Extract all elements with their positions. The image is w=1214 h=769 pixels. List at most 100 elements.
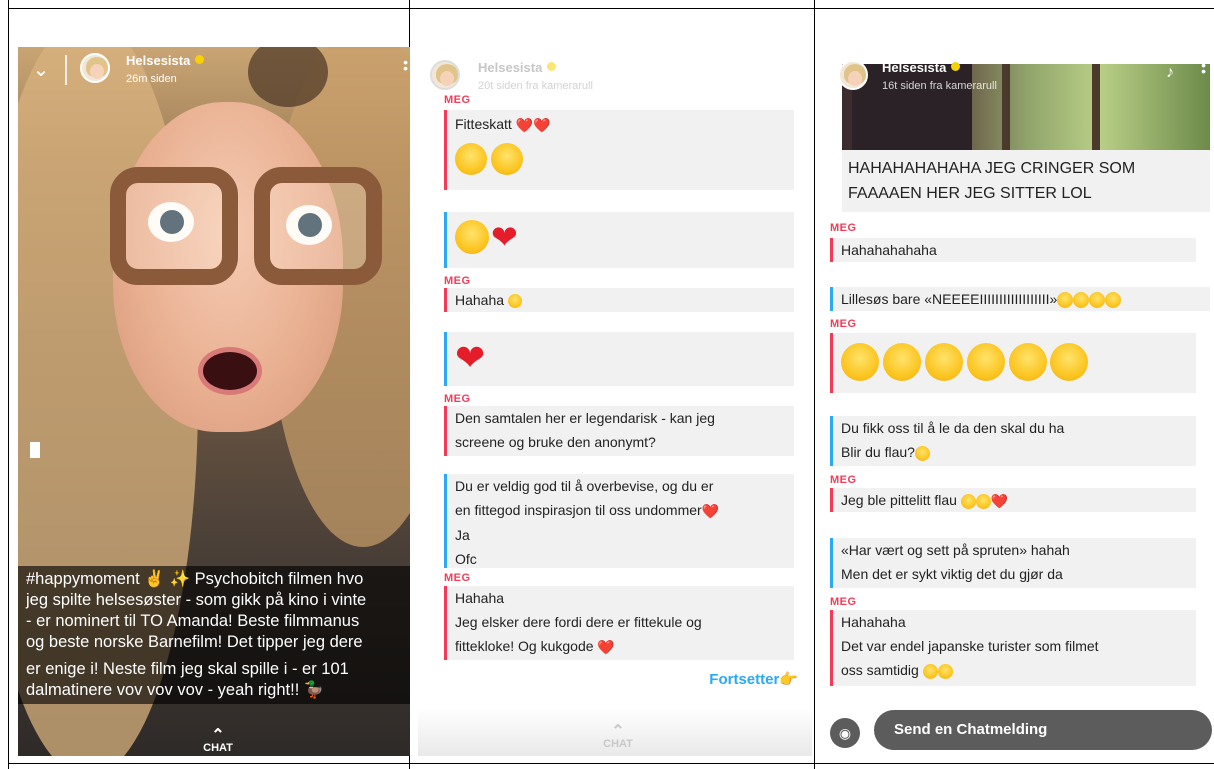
- laughing-emoji-icon: [937, 663, 953, 679]
- caption-line: og beste norske Barnefilm! Det tipper je…: [26, 633, 363, 651]
- bottom-border: [8, 763, 1214, 764]
- story-caption-bottom: er enige i! Neste film jeg skal spille i…: [18, 656, 410, 704]
- chat-swipe-button[interactable]: ⌃ CHAT: [188, 727, 248, 755]
- heart-icon: ❤️❤️: [515, 117, 551, 134]
- chat-message[interactable]: ❤: [444, 332, 794, 386]
- laughing-emoji-icon: [1050, 343, 1089, 381]
- chat-panel-2: Helsesista 16t siden fra kamerarull ♪ • •…: [822, 50, 1214, 756]
- me-label: MEG: [830, 474, 857, 486]
- laughing-emoji-icon: [1057, 292, 1074, 309]
- chat-message[interactable]: Hahahahahaha: [830, 238, 1196, 262]
- glasses-left-lens: [110, 167, 238, 285]
- heart-eyes-emoji-icon: [507, 294, 522, 309]
- laughing-emoji-icon: [882, 343, 921, 381]
- chat-username[interactable]: Helsesista: [882, 60, 961, 75]
- left-border: [8, 0, 9, 769]
- me-label: MEG: [444, 94, 471, 106]
- laughing-emoji-icon: [455, 143, 487, 176]
- heart-icon: ❤️: [990, 493, 1009, 510]
- caption-line: jeg spilte helsesøster - som gikk på kin…: [26, 591, 367, 609]
- chat-message[interactable]: Du fikk oss til å le da den skal du ha B…: [830, 416, 1196, 466]
- camera-icon[interactable]: ◉: [830, 718, 860, 748]
- chat-message[interactable]: Den samtalen her er legendarisk - kan je…: [444, 406, 794, 456]
- me-label: MEG: [444, 275, 471, 287]
- me-label: MEG: [830, 318, 857, 330]
- glasses-right-lens: [254, 167, 382, 285]
- story-username[interactable]: Helsesista: [126, 53, 205, 68]
- star-icon: [951, 62, 961, 71]
- laughing-emoji-icon: [914, 445, 930, 461]
- me-label: MEG: [444, 572, 471, 584]
- tree-trunk: [1002, 64, 1010, 152]
- laughing-emoji-icon: [1008, 343, 1047, 381]
- laughing-emoji-icon: [966, 343, 1005, 381]
- chat-message[interactable]: Fitteskatt ❤️❤️: [444, 110, 794, 190]
- divider-2: [814, 0, 815, 769]
- side-tab: [30, 442, 40, 458]
- send-bar: ◉ Send en Chatmelding: [822, 704, 1214, 756]
- chat-message[interactable]: ❤: [444, 212, 794, 268]
- story-panel[interactable]: ⌄ Helsesista 26m siden • • #happymoment ✌…: [18, 47, 410, 756]
- chat-subtitle: 20t siden fra kamerarull: [478, 80, 593, 92]
- avatar[interactable]: [80, 53, 110, 83]
- video-caption: HAHAHAHAHAHA JEG CRINGER SOM FAAAAEN HER…: [842, 150, 1210, 212]
- chat-panel-1: Helsesista 20t siden fra kamerarull MEG …: [418, 50, 812, 756]
- chat-username[interactable]: Helsesista: [478, 60, 557, 75]
- laughing-emoji-icon: [975, 493, 991, 509]
- caption-line: dalmatinere vov vov vov - yeah right!! 🦆: [26, 681, 325, 699]
- laughing-emoji-icon: [960, 493, 976, 509]
- laughing-emoji-icon: [922, 663, 938, 679]
- heart-icon: ❤️: [597, 639, 615, 656]
- top-border: [8, 8, 1214, 9]
- tree-trunk: [1092, 64, 1100, 152]
- chat-message[interactable]: «Har vært og sett på spruten» hahah Men …: [830, 538, 1196, 588]
- laughing-emoji-icon: [1089, 292, 1106, 309]
- heart-icon: ❤: [455, 337, 486, 378]
- chat-message[interactable]: Hahaha Jeg elsker dere fordi dere er fit…: [444, 586, 794, 660]
- chat-message[interactable]: Lillesøs bare «NEEEEIIIIIIIIIIIIIIIIII»: [830, 287, 1210, 311]
- laughing-emoji-icon: [1073, 292, 1090, 309]
- avatar[interactable]: [430, 60, 460, 90]
- more-options-icon[interactable]: • •: [1201, 58, 1206, 78]
- continue-label: Fortsetter👉: [709, 671, 798, 688]
- me-label: MEG: [444, 393, 471, 405]
- laughing-emoji-icon: [1105, 292, 1122, 309]
- chat-message[interactable]: Du er veldig god til å overbevise, og du…: [444, 474, 794, 568]
- star-icon: [547, 62, 557, 71]
- chat-message[interactable]: [830, 333, 1196, 393]
- chat-message[interactable]: Jeg ble pittelitt flau ❤️: [830, 488, 1196, 512]
- laughing-emoji-icon: [924, 343, 963, 381]
- star-icon: [195, 55, 205, 64]
- caption-line: - er nominert til TO Amanda! Beste filmm…: [26, 612, 360, 630]
- story-header: ⌄ Helsesista 26m siden • •: [18, 47, 410, 97]
- chat-message[interactable]: Hahahaha Det var endel japanske turister…: [830, 610, 1196, 686]
- video-thumbnail[interactable]: [842, 64, 1210, 152]
- laughing-emoji-icon: [841, 343, 879, 381]
- chat-label: CHAT: [203, 742, 233, 754]
- laughing-emoji-icon: [491, 143, 523, 176]
- laughing-emoji-icon: [455, 220, 489, 254]
- me-label: MEG: [830, 222, 857, 234]
- caption-line: #happymoment ✌️ ✨ Psychobitch filmen hvo: [26, 570, 364, 588]
- mouth: [198, 347, 262, 395]
- chevron-up-icon: ⌃: [211, 727, 225, 744]
- chat-subtitle: 16t siden fra kamerarull: [882, 80, 997, 92]
- story-caption-top: #happymoment ✌️ ✨ Psychobitch filmen hvo…: [18, 566, 410, 656]
- heart-icon: ❤: [491, 219, 518, 255]
- bell-icon[interactable]: ♪: [1166, 64, 1174, 82]
- chat-swipe-button[interactable]: ⌃ CHAT: [588, 723, 648, 751]
- caption-line: er enige i! Neste film jeg skal spille i…: [26, 660, 349, 678]
- heart-icon: ❤️: [701, 503, 720, 520]
- chevron-down-icon[interactable]: ⌄: [30, 59, 52, 81]
- header-separator: [65, 55, 67, 85]
- me-label: MEG: [830, 596, 857, 608]
- person-silhouette: [852, 64, 972, 152]
- chat-header: Helsesista 20t siden fra kamerarull: [418, 50, 812, 104]
- pointing-hand-icon: 👉: [779, 671, 798, 688]
- chevron-up-icon: ⌃: [611, 723, 625, 740]
- message-input[interactable]: Send en Chatmelding: [874, 710, 1212, 750]
- more-options-icon[interactable]: • •: [403, 55, 408, 75]
- chat-message[interactable]: Hahaha: [444, 288, 794, 312]
- story-time: 26m siden: [126, 73, 177, 85]
- avatar[interactable]: [838, 60, 868, 90]
